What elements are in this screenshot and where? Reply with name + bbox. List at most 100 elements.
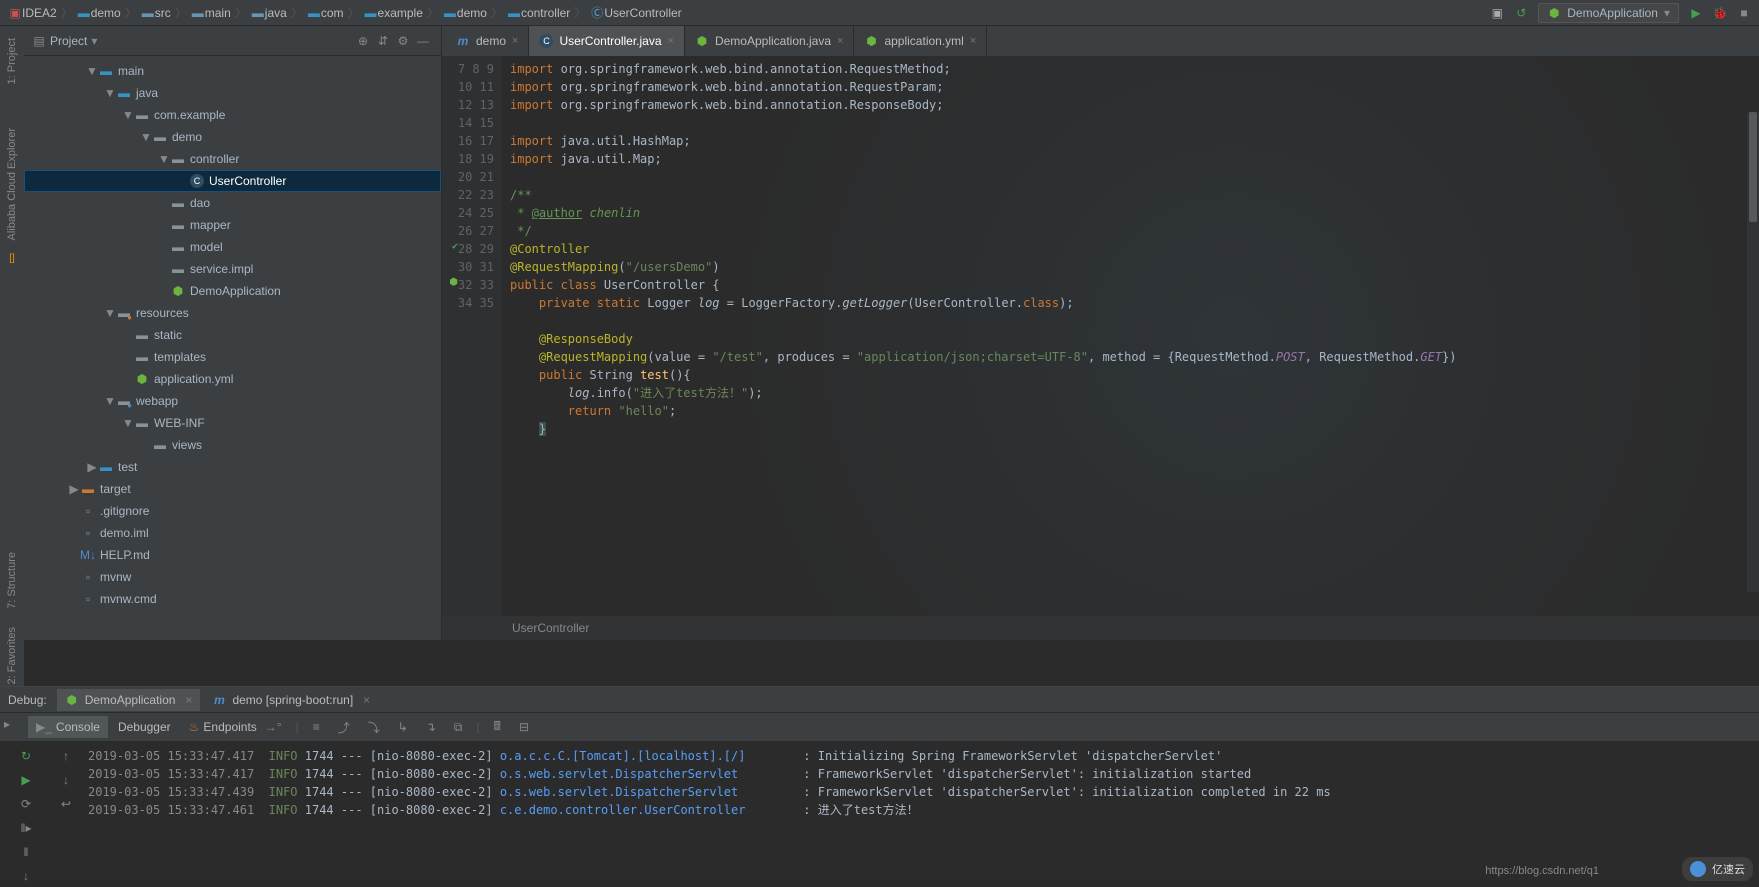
stop-button[interactable]: ■	[1737, 6, 1751, 20]
soft-wrap-icon[interactable]: ↩	[55, 793, 77, 815]
tree-node-test[interactable]: ▶▬test	[24, 456, 441, 478]
tree-node-service-impl[interactable]: ▬service.impl	[24, 258, 441, 280]
tree-node-web-inf[interactable]: ▼▬WEB-INF	[24, 412, 441, 434]
close-icon[interactable]: ×	[970, 35, 976, 47]
tree-node-views[interactable]: ▬views	[24, 434, 441, 456]
step-into-icon[interactable]: ⤴	[330, 715, 358, 740]
breadcrumb-item[interactable]: 〉▬ com	[287, 4, 344, 21]
gutter: 7 8 9 10 11 12 13 14 15 16 17 18 19 20 2…	[442, 56, 502, 616]
debug-left-toolbar: ↻ ▶ ⟳ ‖▸ ‖ ↓	[0, 741, 52, 887]
tree-node--gitignore[interactable]: ▫.gitignore	[24, 500, 441, 522]
calc-icon[interactable]: 🖩	[486, 713, 509, 742]
tree-node-templates[interactable]: ▬templates	[24, 346, 441, 368]
debug-sub-toolbar: ▸ ▶_Console Debugger ♨Endpoints→° | ≡ ⤴ …	[0, 713, 1759, 741]
endpoints-tab[interactable]: ♨Endpoints→°	[181, 716, 290, 738]
close-icon[interactable]: ×	[668, 35, 674, 47]
editor-tab-demoapplication-java[interactable]: ⬢DemoApplication.java×	[685, 26, 855, 56]
locate-icon[interactable]: ⊕	[353, 31, 373, 51]
sync-icon[interactable]: ↺	[1514, 6, 1528, 20]
tree-node-application-yml[interactable]: ⬢application.yml	[24, 368, 441, 390]
code-content[interactable]: import org.springframework.web.bind.anno…	[502, 56, 1759, 616]
breadcrumb-item[interactable]: ▣ IDEA2	[8, 6, 57, 20]
editor-tab-application-yml[interactable]: ⬢application.yml×	[854, 26, 987, 56]
close-icon[interactable]: ×	[837, 35, 843, 47]
step-over-icon[interactable]: ≡	[305, 716, 328, 738]
gear-icon[interactable]: ⚙	[393, 31, 413, 51]
tree-node-com-example[interactable]: ▼▬com.example	[24, 104, 441, 126]
debug-tab-demoapplication[interactable]: ⬢DemoApplication×	[57, 689, 201, 711]
side-tab-structure[interactable]: 7: Structure	[4, 546, 20, 615]
breadcrumb-item[interactable]: 〉▬ main	[171, 4, 231, 21]
chevron-down-icon: ▾	[1664, 6, 1670, 20]
side-tab-favorites[interactable]: 2: Favorites	[4, 621, 20, 690]
tree-node-controller[interactable]: ▼▬controller	[24, 148, 441, 170]
force-step-icon[interactable]: ↳	[390, 716, 416, 738]
breadcrumbs: ▣ IDEA2〉▬ demo〉▬ src〉▬ main〉▬ java〉▬ com…	[8, 4, 1490, 21]
refresh-button[interactable]: ⟳	[15, 793, 37, 815]
up-arrow-icon[interactable]: ↑	[55, 745, 77, 767]
chevron-down-icon[interactable]: ▾	[91, 34, 97, 48]
down-arrow-icon[interactable]: ↓	[55, 769, 77, 791]
editor-tab-demo[interactable]: mdemo×	[446, 26, 529, 56]
pause-button[interactable]: ‖▸	[15, 817, 37, 839]
project-panel-header: ▤ Project ▾ ⊕ ⇵ ⚙ —	[24, 26, 441, 56]
project-tool-window: ▤ Project ▾ ⊕ ⇵ ⚙ — ▼▬main▼▬java▼▬com.ex…	[24, 26, 442, 640]
close-icon[interactable]: ×	[512, 35, 518, 47]
tree-node-mvnw[interactable]: ▫mvnw	[24, 566, 441, 588]
layout-icon[interactable]: ▣	[1490, 6, 1504, 20]
tree-node-model[interactable]: ▬model	[24, 236, 441, 258]
code-editor[interactable]: 7 8 9 10 11 12 13 14 15 16 17 18 19 20 2…	[442, 56, 1759, 616]
tree-node-mvnw-cmd[interactable]: ▫mvnw.cmd	[24, 588, 441, 610]
attach-icon[interactable]: ⊟	[511, 716, 537, 738]
stop-square-button[interactable]: ‖	[15, 841, 37, 863]
tree-node-target[interactable]: ▶▬target	[24, 478, 441, 500]
debug-button[interactable]: 🐞	[1713, 6, 1727, 20]
project-panel-title: Project	[50, 34, 87, 48]
tree-node-resources[interactable]: ▼▬●resources	[24, 302, 441, 324]
breadcrumb-item[interactable]: 〉Ⓒ UserController	[570, 4, 681, 21]
debug-label: Debug:	[8, 693, 47, 707]
breadcrumb-item[interactable]: 〉▬ demo	[423, 4, 487, 21]
run-button[interactable]: ▶	[1689, 6, 1703, 20]
tree-node-mapper[interactable]: ▬mapper	[24, 214, 441, 236]
side-tab-project[interactable]: 1: Project	[4, 32, 20, 90]
tree-node-static[interactable]: ▬static	[24, 324, 441, 346]
vertical-scrollbar[interactable]	[1747, 112, 1759, 592]
debug-tab-demo-spring-boot-run-[interactable]: mdemo [spring-boot:run]×	[204, 689, 378, 711]
breadcrumb-item[interactable]: 〉▬ java	[231, 4, 287, 21]
breadcrumb-item[interactable]: 〉▬ demo	[57, 4, 121, 21]
tree-node-demoapplication[interactable]: ⬢DemoApplication	[24, 280, 441, 302]
tree-node-java[interactable]: ▼▬java	[24, 82, 441, 104]
tree-node-main[interactable]: ▼▬main	[24, 60, 441, 82]
tree-node-demo-iml[interactable]: ▫demo.iml	[24, 522, 441, 544]
debugger-tab[interactable]: Debugger	[110, 716, 179, 738]
tree-node-usercontroller[interactable]: CUserController	[24, 170, 441, 192]
breadcrumb-item[interactable]: 〉▬ controller	[487, 4, 570, 21]
editor-crumb-text: UserController	[512, 621, 589, 635]
side-tab-alibaba-cloud[interactable]: Alibaba Cloud Explorer	[4, 122, 20, 247]
console-tab[interactable]: ▶_Console	[28, 716, 108, 738]
editor-tab-usercontroller-java[interactable]: CUserController.java×	[529, 26, 684, 56]
rerun-button[interactable]: ↻	[15, 745, 37, 767]
run-config-label: DemoApplication	[1567, 6, 1658, 20]
hide-icon[interactable]: ▸	[4, 717, 10, 731]
collapse-icon[interactable]: ⇵	[373, 31, 393, 51]
down-button[interactable]: ↓	[15, 865, 37, 887]
tree-node-webapp[interactable]: ▼▬●webapp	[24, 390, 441, 412]
resume-button[interactable]: ▶	[15, 769, 37, 791]
run-to-cursor-icon[interactable]: ↴	[418, 716, 444, 738]
tree-node-demo[interactable]: ▼▬demo	[24, 126, 441, 148]
debug-header: Debug: ⬢DemoApplication×mdemo [spring-bo…	[0, 687, 1759, 713]
evaluate-icon[interactable]: ⧉	[446, 716, 471, 739]
close-icon[interactable]: ×	[185, 693, 192, 707]
minimize-icon[interactable]: —	[413, 31, 433, 51]
breadcrumb-item[interactable]: 〉▬ example	[344, 4, 423, 21]
step-out-icon[interactable]: ⤵	[360, 715, 388, 740]
project-tree[interactable]: ▼▬main▼▬java▼▬com.example▼▬demo▼▬control…	[24, 56, 441, 640]
tree-node-dao[interactable]: ▬dao	[24, 192, 441, 214]
editor-tabs: mdemo×CUserController.java×⬢DemoApplicat…	[442, 26, 1759, 56]
tree-node-help-md[interactable]: M↓HELP.md	[24, 544, 441, 566]
breadcrumb-item[interactable]: 〉▬ src	[121, 4, 171, 21]
run-config-selector[interactable]: ⬢ DemoApplication ▾	[1538, 3, 1679, 23]
close-icon[interactable]: ×	[363, 693, 370, 707]
